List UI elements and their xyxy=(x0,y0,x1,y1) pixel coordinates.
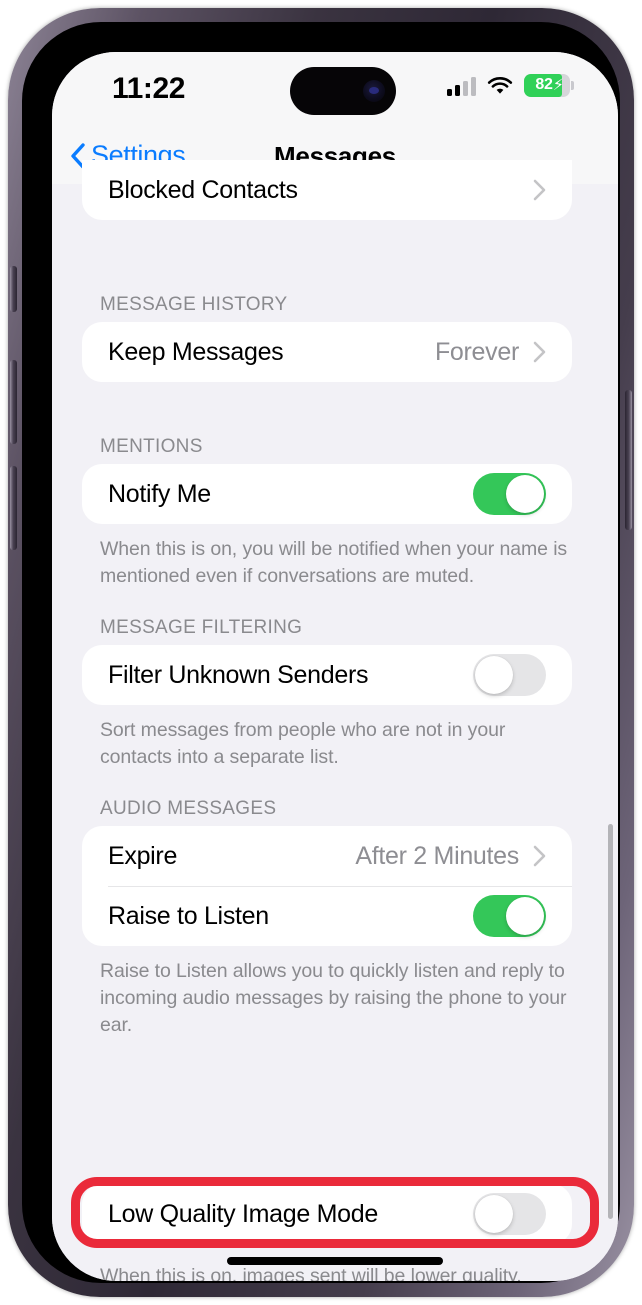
section-footer-mentions: When this is on, you will be notified wh… xyxy=(100,538,568,587)
dynamic-island[interactable] xyxy=(290,67,396,115)
card-message-filtering: Filter Unknown Senders xyxy=(82,645,572,705)
section-footer-message-filtering: Sort messages from people who are not in… xyxy=(100,719,506,768)
row-low-quality-image-mode[interactable]: Low Quality Image Mode xyxy=(82,1184,572,1244)
volume-down-button[interactable] xyxy=(10,466,17,550)
settings-scroll-view[interactable]: Blocked Contacts MESSAGE HISTORY Keep Me… xyxy=(52,160,618,1281)
toggle-low-quality-image-mode[interactable] xyxy=(473,1193,546,1235)
section-footer-low-quality-image-mode: When this is on, images sent will be low… xyxy=(100,1265,522,1281)
section-header-message-filtering: MESSAGE FILTERING xyxy=(100,617,303,638)
card-blocked-contacts: Blocked Contacts xyxy=(82,160,572,220)
front-camera-icon xyxy=(363,80,385,102)
row-label: Expire xyxy=(108,841,178,870)
card-message-history: Keep Messages Forever xyxy=(82,322,572,382)
row-filter-unknown-senders[interactable]: Filter Unknown Senders xyxy=(82,645,572,705)
phone-screen: 11:22 82 ⚡ Settings Messages Blocked Con… xyxy=(52,52,618,1281)
charging-bolt-icon: ⚡ xyxy=(552,77,564,94)
power-button[interactable] xyxy=(625,390,632,530)
toggle-knob xyxy=(506,475,544,513)
cellular-signal-icon xyxy=(447,76,476,96)
toggle-notify-me[interactable] xyxy=(473,473,546,515)
phone-bezel: 11:22 82 ⚡ Settings Messages Blocked Con… xyxy=(22,22,620,1283)
card-audio-messages: Expire After 2 Minutes Raise to Listen xyxy=(82,826,572,946)
toggle-knob xyxy=(475,656,513,694)
chevron-right-icon xyxy=(533,179,546,201)
row-blocked-contacts[interactable]: Blocked Contacts xyxy=(82,160,572,220)
row-label: Notify Me xyxy=(108,479,211,508)
toggle-filter-unknown-senders[interactable] xyxy=(473,654,546,696)
battery-icon: 82 ⚡ xyxy=(524,74,574,97)
status-bar: 11:22 82 ⚡ xyxy=(52,52,618,132)
row-expire[interactable]: Expire After 2 Minutes xyxy=(82,826,572,886)
row-label: Blocked Contacts xyxy=(108,175,298,204)
section-header-message-history: MESSAGE HISTORY xyxy=(100,294,288,315)
volume-up-button[interactable] xyxy=(10,360,17,444)
row-value: Forever xyxy=(434,337,519,366)
vertical-scrollbar[interactable] xyxy=(608,824,613,1219)
section-footer-audio-messages: Raise to Listen allows you to quickly li… xyxy=(100,960,567,1036)
toggle-knob xyxy=(475,1195,513,1233)
row-keep-messages[interactable]: Keep Messages Forever xyxy=(82,322,572,382)
status-indicators: 82 ⚡ xyxy=(447,74,574,97)
section-header-mentions: MENTIONS xyxy=(100,436,203,457)
row-notify-me[interactable]: Notify Me xyxy=(82,464,572,524)
toggle-knob xyxy=(506,897,544,935)
section-header-audio-messages: AUDIO MESSAGES xyxy=(100,798,277,819)
phone-frame: 11:22 82 ⚡ Settings Messages Blocked Con… xyxy=(8,8,634,1297)
row-label: Keep Messages xyxy=(108,337,284,366)
row-label: Low Quality Image Mode xyxy=(108,1199,378,1228)
home-indicator[interactable] xyxy=(227,1257,443,1265)
row-raise-to-listen[interactable]: Raise to Listen xyxy=(82,886,572,946)
row-value: After 2 Minutes xyxy=(355,841,519,870)
wifi-icon xyxy=(487,76,513,96)
row-label: Filter Unknown Senders xyxy=(108,660,369,689)
card-mentions: Notify Me xyxy=(82,464,572,524)
toggle-raise-to-listen[interactable] xyxy=(473,895,546,937)
status-time: 11:22 xyxy=(112,72,186,105)
chevron-right-icon xyxy=(533,341,546,363)
battery-cap xyxy=(571,81,574,90)
chevron-right-icon xyxy=(533,845,546,867)
card-low-quality-image-mode: Low Quality Image Mode xyxy=(82,1184,572,1244)
row-label: Raise to Listen xyxy=(108,901,269,930)
action-button[interactable] xyxy=(10,266,17,312)
